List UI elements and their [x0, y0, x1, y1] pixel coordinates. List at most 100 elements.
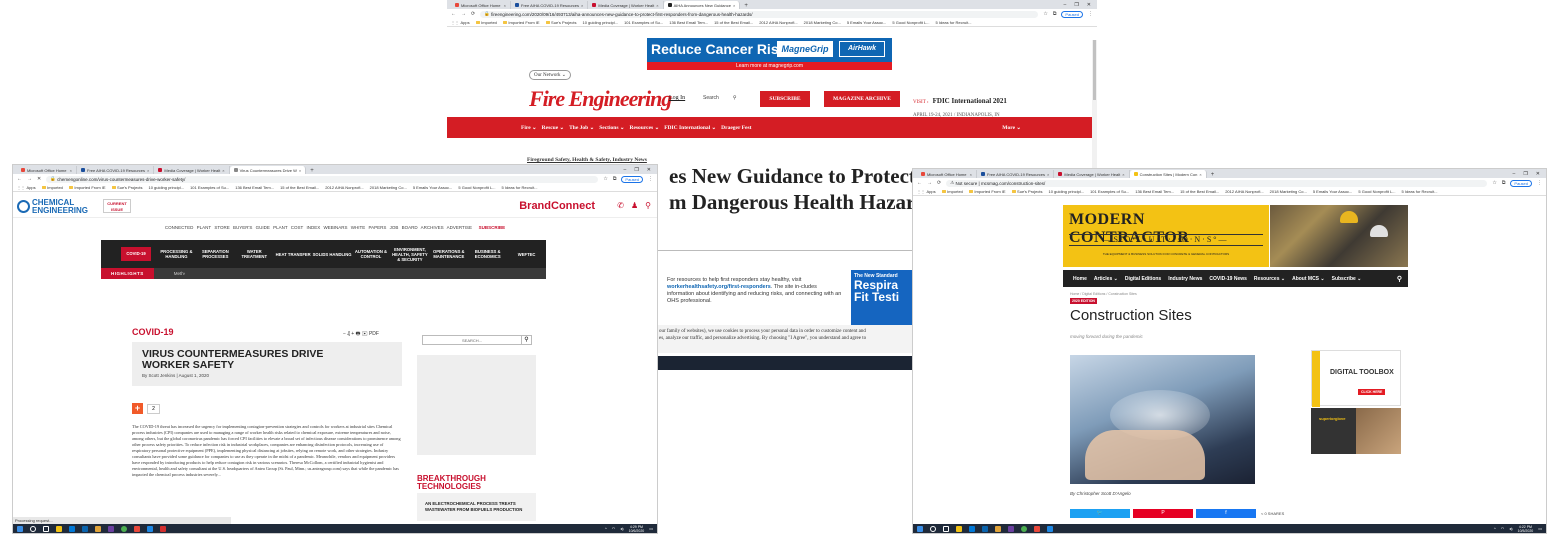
- bookmark[interactable]: 101 Examples of Su...: [624, 20, 663, 25]
- scrollbar-thumb[interactable]: [1093, 40, 1096, 100]
- close-tab-icon[interactable]: ×: [220, 168, 224, 173]
- respirator-fit-testing-ad[interactable]: The New Standard Respira Fit Testi: [851, 270, 913, 326]
- reload-icon[interactable]: ⟳: [937, 180, 941, 186]
- breadcrumb[interactable]: Home / Digital Editions / Construction S…: [1070, 292, 1137, 296]
- bookmark[interactable]: 2012 AIHA Nonprofi...: [1225, 189, 1263, 194]
- maximize-icon[interactable]: ❐: [634, 167, 638, 173]
- browser-tab[interactable]: Microsoft Office Home ×: [451, 1, 511, 9]
- bookmark[interactable]: 5 Good Nonprofit L...: [1358, 189, 1395, 194]
- stop-loading-icon[interactable]: ✕: [37, 176, 41, 182]
- nav-item-the-job[interactable]: The Job ⌄: [569, 125, 594, 131]
- ad-click-here-button[interactable]: CLICK HERE: [1358, 389, 1386, 395]
- close-tab-icon[interactable]: ×: [1045, 172, 1049, 177]
- nav-item[interactable]: OPERATIONS & MAINTENANCE: [429, 249, 468, 259]
- nav-item-sections[interactable]: Sections ⌄: [599, 125, 624, 131]
- facebook-share-button[interactable]: f: [1196, 509, 1256, 518]
- browser-tab[interactable]: Media Coverage | Worker Healt ×: [154, 166, 230, 174]
- bookmark[interactable]: Imported From IE: [68, 185, 106, 190]
- search-icon[interactable]: [930, 525, 936, 532]
- close-tab-icon[interactable]: ×: [968, 172, 972, 177]
- start-windows-icon[interactable]: [17, 525, 23, 532]
- nav-item-home[interactable]: Home: [1073, 276, 1087, 282]
- back-arrow-icon[interactable]: ←: [17, 176, 22, 182]
- bookmark[interactable]: Sue's Projects: [1011, 189, 1043, 194]
- phone-icon[interactable]: ✆: [617, 201, 624, 210]
- article-categories[interactable]: Fireground Safety, Health & Safety, Indu…: [527, 157, 647, 163]
- bookmark[interactable]: 5 Good Nonprofit L...: [892, 20, 929, 25]
- bookmark[interactable]: 136 Best Email Tem...: [1135, 189, 1174, 194]
- nav-item[interactable]: AUTOMATION & CONTROL: [352, 249, 391, 259]
- pinterest-share-button[interactable]: P: [1133, 509, 1193, 518]
- browser-tab-active[interactable]: Construction Sites | Modern Con ×: [1129, 170, 1207, 178]
- bookmark[interactable]: 10 guiding principl...: [583, 20, 619, 25]
- system-clock[interactable]: 4:29 PM 10/6/2020: [629, 525, 645, 533]
- close-window-icon[interactable]: ✕: [647, 167, 651, 173]
- close-window-icon[interactable]: ✕: [1087, 2, 1091, 8]
- minimize-icon[interactable]: –: [1513, 171, 1516, 177]
- nav-item-digital-editions[interactable]: Digital Editions: [1125, 276, 1161, 282]
- nav-item-rescue[interactable]: Rescue ⌄: [542, 125, 564, 131]
- menu-kebab-icon[interactable]: ⋮: [1088, 11, 1093, 17]
- forward-arrow-icon[interactable]: →: [461, 11, 466, 17]
- browser-tab-active[interactable]: AIHA Announces New Guidance ×: [663, 1, 741, 9]
- url-omnibox[interactable]: 🔒 chemengonline.com/virus-countermeasure…: [46, 175, 599, 183]
- browser-tab[interactable]: Microsoft Office Home ×: [917, 170, 977, 178]
- tray-chevron-icon[interactable]: ^: [1494, 526, 1496, 531]
- nav-item[interactable]: PROCESSING & HANDLING: [157, 249, 196, 259]
- bookmark[interactable]: Sue's Projects: [545, 20, 577, 25]
- bookmark[interactable]: 2018 Marketing Co...: [370, 185, 407, 190]
- nav-item-more[interactable]: More ⌄: [1002, 125, 1021, 131]
- store-icon[interactable]: [69, 525, 75, 532]
- article-category[interactable]: COVID-19: [132, 327, 174, 337]
- forward-arrow-icon[interactable]: →: [927, 180, 932, 186]
- file-explorer-icon[interactable]: [56, 525, 62, 532]
- browser-tab[interactable]: Free AIHA COVID-19 Resources ×: [511, 1, 589, 9]
- maximize-icon[interactable]: ❐: [1523, 171, 1527, 177]
- bookmark[interactable]: 15 of the Best Email...: [1180, 189, 1219, 194]
- nav-item[interactable]: ENVIRONMENT, HEALTH, SAFETY & SECURITY: [390, 247, 429, 262]
- chrome-icon[interactable]: [1021, 525, 1027, 532]
- browser-tab[interactable]: Free AIHA COVID-19 Resources ×: [77, 166, 155, 174]
- article-tools[interactable]: − ₰ + 🖶 ✉ PDF: [343, 331, 379, 339]
- browser-tab-active[interactable]: Virus Countermeasures Drive W ×: [229, 166, 307, 174]
- bookmark[interactable]: 5 Good Nonprofit L...: [458, 185, 495, 190]
- extensions-icon[interactable]: ⧉: [613, 176, 617, 182]
- search-input[interactable]: SEARCH...: [423, 338, 521, 343]
- nav-item-resources[interactable]: Resources ⌄: [629, 125, 659, 131]
- close-tab-icon[interactable]: ×: [654, 3, 658, 8]
- chemical-engineering-logo[interactable]: CHEMICAL ENGINEERING: [17, 198, 99, 215]
- nav-item-fdic[interactable]: FDIC International ⌄: [664, 125, 716, 131]
- volume-icon[interactable]: ◂): [620, 526, 623, 531]
- bookmark[interactable]: Imported: [475, 20, 497, 25]
- bookmark[interactable]: 5 Emails Your Assoc...: [847, 20, 887, 25]
- outlook-icon[interactable]: [82, 525, 88, 532]
- star-icon[interactable]: ☆: [1043, 11, 1047, 17]
- bookmark[interactable]: Imported From IE: [968, 189, 1006, 194]
- app-icon[interactable]: [1008, 525, 1014, 532]
- nav-item[interactable]: SEPARATION PROCESSES: [196, 249, 235, 259]
- nav-item-about[interactable]: About MCS ⌄: [1292, 276, 1325, 282]
- browser-tab[interactable]: Microsoft Office Home ×: [17, 166, 77, 174]
- app-icon[interactable]: [1047, 525, 1053, 532]
- reload-icon[interactable]: ⟳: [471, 11, 475, 17]
- app-icon[interactable]: [95, 525, 101, 532]
- bookmark[interactable]: 15 of the Best Email...: [714, 20, 753, 25]
- bookmark[interactable]: 5 Emails Your Assoc...: [413, 185, 453, 190]
- bookmark[interactable]: 10 guiding principl...: [149, 185, 185, 190]
- close-tab-icon[interactable]: ×: [297, 168, 301, 173]
- bookmark[interactable]: ⋮⋮ Apps: [451, 20, 470, 25]
- close-tab-icon[interactable]: ×: [1120, 172, 1124, 177]
- nav-item-draeger-fest[interactable]: Draeger Fest: [721, 125, 751, 131]
- utility-nav-links[interactable]: CONNECTED PLANT STORE BUYER'S GUIDE PLAN…: [165, 225, 472, 230]
- resource-link[interactable]: workerhealthsafety.org/first-responders: [667, 284, 771, 290]
- bookmark[interactable]: 10 guiding principl...: [1049, 189, 1085, 194]
- bookmark[interactable]: 101 Examples of Su...: [190, 185, 229, 190]
- url-omnibox[interactable]: ⚠ Not secure | mcsmag.com/construction-s…: [946, 179, 1488, 187]
- nav-item[interactable]: HEAT TRANSFER: [274, 252, 313, 257]
- nav-item-covid-19[interactable]: COVID-19: [121, 247, 151, 261]
- task-view-icon[interactable]: [943, 525, 949, 532]
- bookmark[interactable]: 2018 Marketing Co...: [804, 20, 841, 25]
- search-icon[interactable]: [30, 525, 36, 532]
- chrome-icon[interactable]: [121, 525, 127, 532]
- sidebar-search[interactable]: SEARCH... ⚲: [422, 335, 532, 345]
